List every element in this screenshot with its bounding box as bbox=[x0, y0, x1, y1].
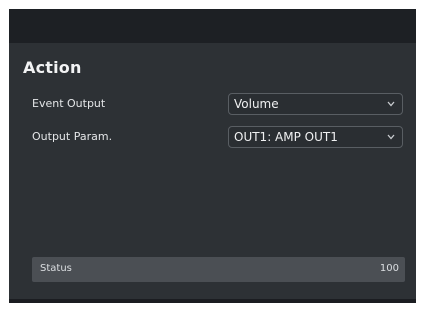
app-window: Action Event Output Volume Output Param.… bbox=[9, 9, 416, 303]
top-bar bbox=[9, 9, 416, 43]
event-output-label: Event Output bbox=[32, 97, 106, 110]
chevron-down-icon bbox=[387, 101, 395, 107]
event-output-select[interactable]: Volume bbox=[228, 93, 403, 115]
output-param-value: OUT1: AMP OUT1 bbox=[234, 130, 338, 144]
event-output-value: Volume bbox=[234, 97, 279, 111]
panel-title: Action bbox=[23, 58, 82, 77]
bottom-strip bbox=[9, 299, 416, 303]
chevron-down-icon bbox=[387, 134, 395, 140]
status-bar: Status 100 bbox=[32, 257, 405, 282]
output-param-select[interactable]: OUT1: AMP OUT1 bbox=[228, 126, 403, 148]
action-panel: Action Event Output Volume Output Param.… bbox=[9, 43, 416, 299]
status-label: Status bbox=[40, 263, 72, 274]
output-param-label: Output Param. bbox=[32, 130, 113, 143]
status-value: 100 bbox=[379, 263, 399, 274]
